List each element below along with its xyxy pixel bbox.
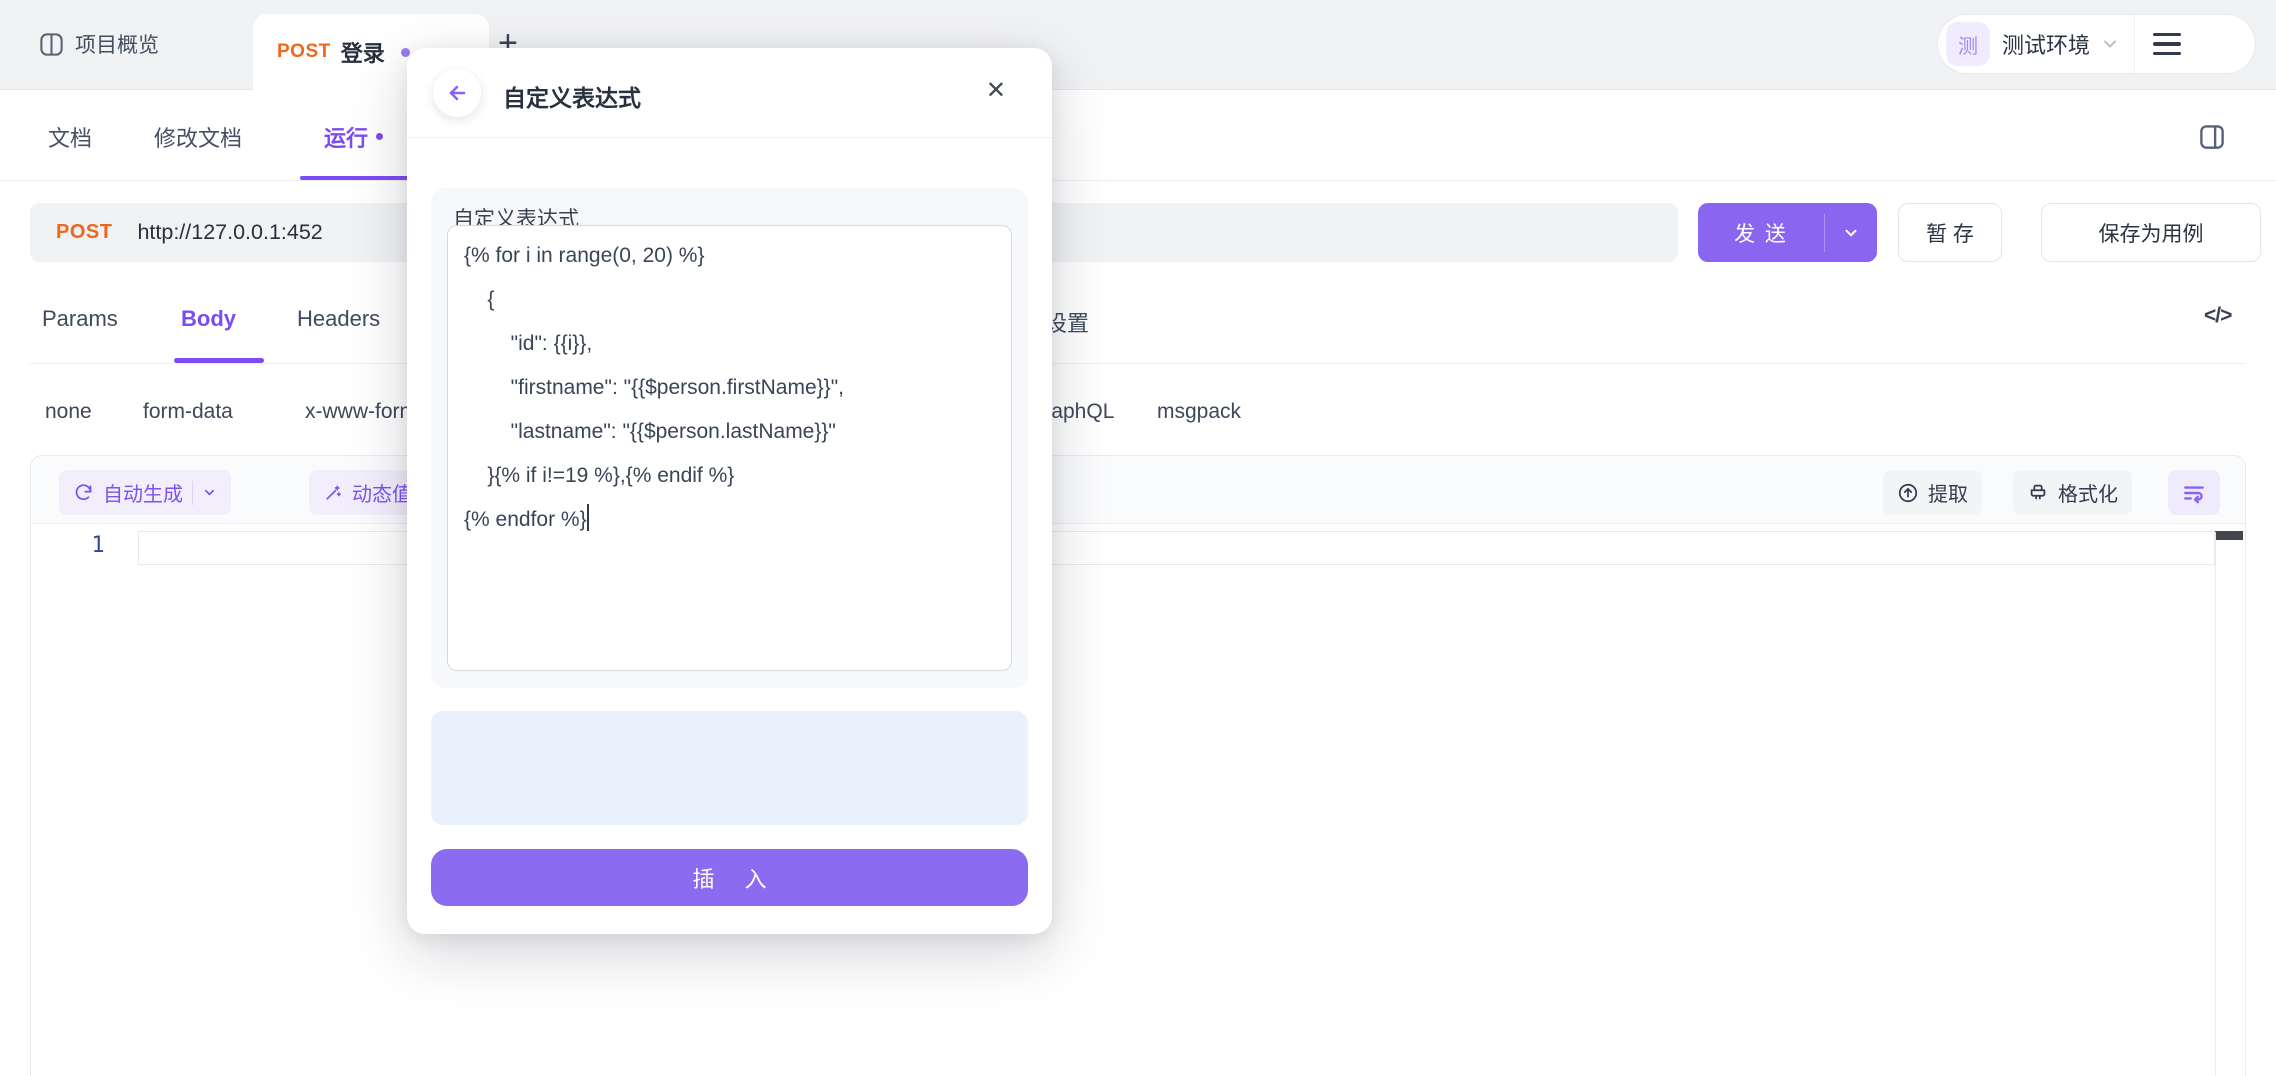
text-cursor xyxy=(587,504,589,531)
project-overview-button[interactable]: 项目概览 xyxy=(38,0,159,88)
nav-item-run[interactable]: 运行 xyxy=(324,121,383,153)
save-as-case-button[interactable]: 保存为用例 xyxy=(2041,203,2261,262)
custom-expression-modal: 自定义表达式 ✕ 自定义表达式 {% for i in range(0, 20)… xyxy=(407,48,1052,934)
doc-nav-row: 文档 修改文档 运行 xyxy=(0,90,2276,181)
request-method-badge[interactable]: POST xyxy=(56,221,112,244)
tab-headers[interactable]: Headers xyxy=(297,306,380,332)
extract-button[interactable]: 提取 xyxy=(1883,470,1982,515)
split-panel-icon[interactable] xyxy=(2197,122,2227,157)
expression-preview-box: 表达式: {% for i in range(0, 20) %} { "id":… xyxy=(431,711,1028,825)
chevron-down-icon[interactable] xyxy=(2100,34,2120,54)
run-modified-dot xyxy=(376,133,383,140)
body-type-none[interactable]: none xyxy=(45,400,92,424)
request-tab-name: 登录 xyxy=(341,36,385,68)
body-type-msgpack[interactable]: msgpack xyxy=(1157,400,1241,424)
back-button[interactable] xyxy=(433,69,481,117)
extract-icon xyxy=(1897,482,1919,504)
tab-body[interactable]: Body xyxy=(181,306,236,332)
divider xyxy=(30,363,2246,364)
nav-item-docs[interactable]: 文档 xyxy=(48,121,92,153)
arrow-left-icon xyxy=(445,81,469,105)
request-tabs-row: Params Body Headers 设置 </> xyxy=(0,278,2276,365)
word-wrap-icon xyxy=(2181,480,2207,506)
format-button[interactable]: 格式化 xyxy=(2013,470,2132,515)
menu-icon[interactable] xyxy=(2153,33,2181,56)
editor-scrollbar-thumb[interactable] xyxy=(2215,531,2243,540)
body-editor-card: 自动生成 动态值 提取 格式化 1 xyxy=(30,455,2246,1076)
tab-params[interactable]: Params xyxy=(42,306,118,332)
environment-selector: 测 测试环境 xyxy=(1937,14,2256,74)
environment-badge: 测 xyxy=(1946,22,1990,66)
modal-header: 自定义表达式 ✕ xyxy=(407,48,1052,138)
expression-text: {% for i in range(0, 20) %} { "id": {{i}… xyxy=(464,244,844,531)
request-url-value: http://127.0.0.1:452 xyxy=(137,220,322,245)
request-tab-method: POST xyxy=(277,41,331,63)
editor-toolbar: 自动生成 动态值 提取 格式化 xyxy=(31,456,2245,524)
close-icon[interactable]: ✕ xyxy=(986,79,1006,103)
body-type-form-data[interactable]: form-data xyxy=(143,400,233,424)
editor-right-divider xyxy=(2215,532,2216,1076)
project-overview-label: 项目概览 xyxy=(75,29,159,59)
environment-name[interactable]: 测试环境 xyxy=(2002,28,2090,60)
project-icon xyxy=(38,31,65,58)
expression-summary-line: 表达式: {% for i in range(0, 20) %} { "id":… xyxy=(449,821,1010,825)
magic-wand-icon xyxy=(323,483,343,503)
format-brush-icon xyxy=(2027,482,2049,504)
code-view-icon[interactable]: </> xyxy=(2204,304,2231,328)
stash-button[interactable]: 暂 存 xyxy=(1898,203,2002,262)
nav-item-edit-docs[interactable]: 修改文档 xyxy=(154,121,242,153)
expression-textarea[interactable]: {% for i in range(0, 20) %} { "id": {{i}… xyxy=(447,225,1012,671)
refresh-icon xyxy=(73,482,94,503)
active-tab-underline xyxy=(300,176,408,180)
word-wrap-button[interactable] xyxy=(2168,470,2220,515)
divider xyxy=(2134,15,2135,73)
send-options-chevron-icon[interactable] xyxy=(1825,224,1877,242)
auto-generate-button[interactable]: 自动生成 xyxy=(59,470,231,515)
line-number: 1 xyxy=(73,533,123,558)
chevron-down-icon[interactable] xyxy=(202,485,217,500)
top-bar: 项目概览 POST 登录 + 测 测试环境 xyxy=(0,0,2276,90)
modal-title: 自定义表达式 xyxy=(503,79,641,113)
insert-button[interactable]: 插 入 xyxy=(431,849,1028,906)
send-button[interactable]: 发 送 xyxy=(1698,203,1877,262)
